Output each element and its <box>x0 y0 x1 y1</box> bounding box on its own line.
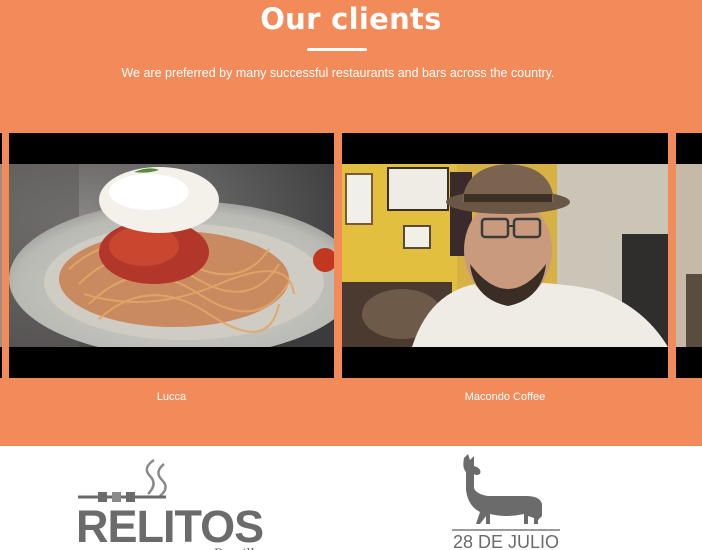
logo-text-28-de-julio: 28 DE JULIO <box>453 532 559 550</box>
video-thumbnail <box>676 164 702 347</box>
slide-caption-macondo-coffee: Macondo Coffee <box>464 391 546 403</box>
video-thumbnail-macondo-coffee <box>342 164 668 347</box>
logo-text-relitos: RELITOS <box>76 501 263 550</box>
carousel-slide-prev[interactable] <box>0 133 2 378</box>
clients-section: Our clients We are preferred by many suc… <box>0 0 702 446</box>
28-de-julio-logo[interactable]: 28 DE JULIO <box>446 454 566 550</box>
carousel-slide-next[interactable] <box>676 133 702 378</box>
carousel-slide-lucca[interactable] <box>9 133 334 378</box>
title-underline <box>307 48 367 51</box>
video-thumbnail-lucca <box>9 164 334 347</box>
video-carousel[interactable] <box>0 133 702 378</box>
slide-caption-lucca: Lucca <box>156 391 187 403</box>
video-thumbnail <box>0 164 2 347</box>
carousel-slide-macondo-coffee[interactable] <box>342 133 668 378</box>
llama-icon: 28 DE JULIO <box>452 454 560 550</box>
client-logos: RELITOS Parrilla 28 DE JULIO <box>0 446 702 550</box>
grill-skewer-icon: RELITOS Parrilla <box>76 458 264 550</box>
section-title: Our clients <box>260 2 442 36</box>
section-subtitle: We are preferred by many successful rest… <box>121 66 555 80</box>
relitos-logo[interactable]: RELITOS Parrilla <box>74 454 274 550</box>
